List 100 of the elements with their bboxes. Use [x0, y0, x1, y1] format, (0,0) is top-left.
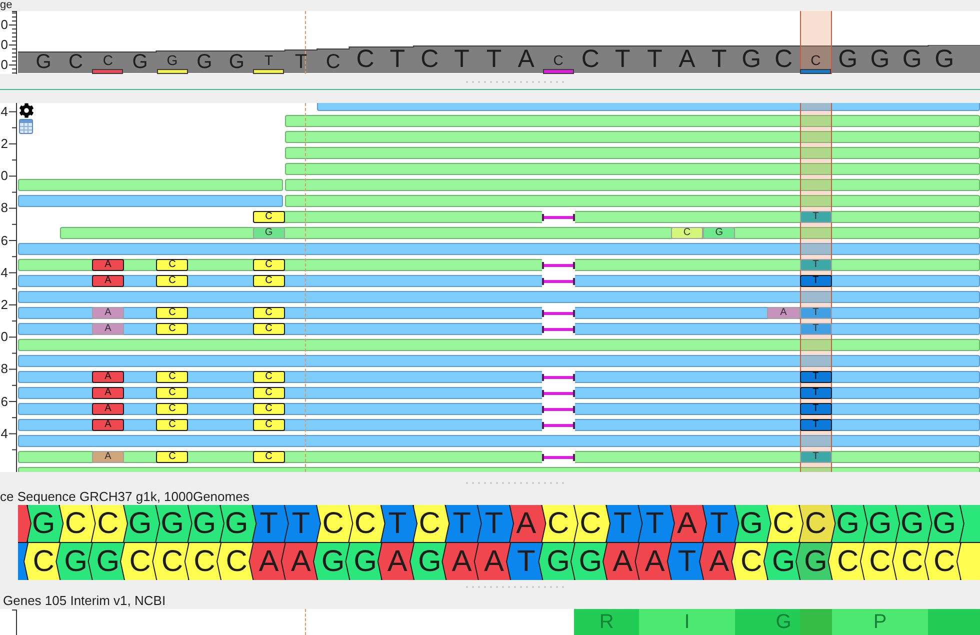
base-tile: C — [731, 543, 768, 580]
base-tile: G — [763, 543, 800, 580]
base-tile: G — [28, 505, 64, 542]
mismatch-base: A — [92, 403, 124, 415]
axis-label: 8 — [0, 362, 8, 376]
base-tile: A — [602, 543, 639, 580]
base-tile: C — [574, 505, 611, 542]
base-tile: T — [606, 505, 643, 542]
base-tile: T — [666, 543, 704, 580]
base-tile: G — [156, 505, 192, 542]
mismatch-base: C — [156, 387, 188, 399]
base-tile: G — [864, 505, 900, 542]
coverage-base: G — [740, 47, 762, 72]
base-tile: A — [280, 543, 318, 580]
mismatch-base: A — [92, 259, 124, 271]
base-tile: C — [60, 505, 96, 542]
splitter-handle[interactable] — [466, 586, 565, 588]
base-tile: C — [924, 543, 960, 580]
track-title: ce Sequence GRCH37 g1k, 1000Genomes — [0, 489, 250, 504]
mismatch-base: C — [156, 371, 188, 383]
coverage-base: G — [869, 47, 891, 72]
mismatch-base: C — [156, 259, 188, 271]
mismatch-base: C — [252, 259, 285, 271]
base-tile: G — [88, 543, 124, 580]
coverage-base: T — [646, 47, 664, 72]
base-tile: A — [248, 543, 285, 580]
base-tile: A — [670, 505, 708, 542]
coverage-base: G — [34, 52, 52, 72]
y-axis — [12, 609, 17, 635]
coverage-base: G — [131, 52, 149, 72]
coverage-base: T — [614, 47, 632, 72]
codon-block: I — [638, 609, 736, 635]
axis-label: 4 — [0, 426, 8, 441]
mismatch-base: A — [92, 371, 124, 383]
base-tile: C — [92, 505, 128, 542]
base-tile: A — [474, 543, 510, 580]
base-tile: T — [638, 505, 675, 542]
coverage-base: T — [263, 53, 274, 67]
base-tile: G — [345, 543, 382, 580]
base-tile: C — [120, 543, 156, 580]
base-tile: A — [699, 543, 736, 580]
base-tile: C — [542, 505, 578, 542]
coverage-base: A — [678, 47, 696, 72]
mismatch-base: T — [800, 307, 832, 319]
axis-label: 8 — [0, 201, 8, 216]
mismatch-base: A — [92, 387, 124, 399]
mismatch-base: T — [800, 275, 832, 287]
mismatch-base: C — [156, 323, 188, 335]
coverage-base: T — [485, 47, 503, 72]
base-tile: G — [896, 505, 932, 542]
coverage-base: G — [196, 52, 214, 72]
codon-block: G — [735, 609, 832, 635]
base-tile: G — [220, 505, 257, 542]
base-tile: A — [442, 543, 478, 580]
base-tile: C — [892, 543, 928, 580]
base-tile: C — [216, 543, 253, 580]
base-tile: G — [188, 505, 224, 542]
base-tile: G — [928, 505, 964, 542]
base-tile: G — [56, 543, 92, 580]
splitter-handle[interactable] — [466, 482, 565, 484]
coverage-base: C — [355, 47, 376, 72]
track-title: ge — [0, 0, 12, 11]
base-tile: G — [832, 505, 868, 542]
base-tile: T — [446, 505, 482, 542]
track-title: Genes 105 Interim v1, NCBI — [3, 593, 166, 608]
coverage-base: C — [420, 47, 440, 72]
axis-label: 2 — [0, 136, 8, 151]
base-tile: A — [510, 505, 546, 542]
base-tile: G — [796, 543, 832, 580]
axis-label: 0 — [0, 58, 8, 72]
base-tile: G — [410, 543, 446, 580]
base-tile: C — [24, 543, 60, 580]
base-tile: G — [538, 543, 574, 580]
base-tile: T — [284, 505, 322, 542]
mismatch-base: A — [92, 275, 124, 287]
coverage-base: G — [934, 47, 956, 72]
mismatch-base: C — [252, 211, 285, 223]
base-tile: T — [252, 505, 289, 542]
mismatch-base: T — [800, 323, 832, 335]
cursor-line — [305, 609, 306, 635]
axis-label: 6 — [0, 394, 8, 408]
coverage-base: T — [294, 52, 308, 72]
mismatch-base: C — [156, 307, 188, 319]
mismatch-base: C — [252, 275, 285, 287]
base-tile: C — [317, 505, 354, 542]
base-tile: C — [152, 543, 188, 580]
axis-label: 6 — [0, 234, 8, 248]
base-tile: C — [860, 543, 896, 580]
mismatch-base: G — [703, 227, 736, 239]
base-tile: T — [703, 505, 740, 542]
mismatch-base: A — [767, 307, 800, 319]
gear-icon[interactable] — [19, 103, 34, 118]
axis-label: 0 — [0, 18, 8, 32]
mismatch-base: A — [92, 307, 124, 319]
coverage-base: C — [68, 52, 84, 72]
mismatch-base: C — [252, 387, 285, 399]
coverage-base: G — [166, 53, 179, 67]
base-tile: C — [800, 505, 836, 542]
axis-label: 2 — [0, 298, 8, 312]
splitter-handle[interactable] — [466, 81, 565, 83]
